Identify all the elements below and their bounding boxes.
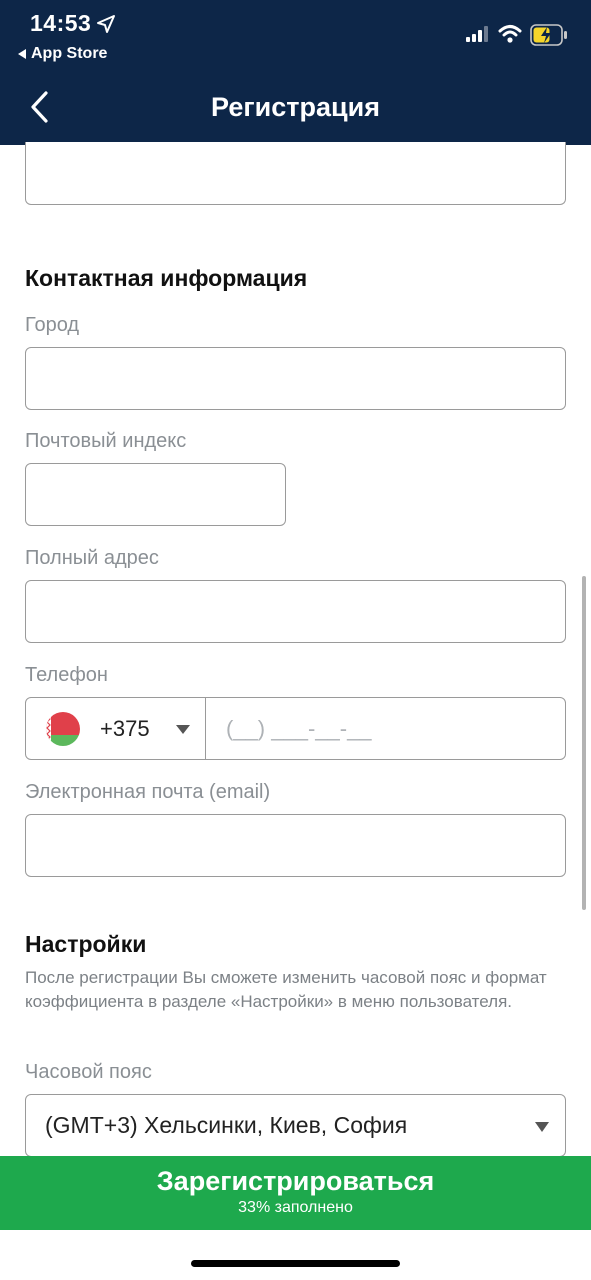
location-arrow-icon	[97, 15, 115, 33]
email-input[interactable]	[25, 814, 566, 877]
register-button[interactable]: Зарегистрироваться 33% заполнено	[0, 1156, 591, 1230]
top-bar: 14:53 App Store Регистрация	[0, 0, 591, 145]
back-triangle-icon	[18, 49, 26, 59]
back-to-app-store[interactable]: App Store	[18, 45, 107, 63]
country-code-select[interactable]: +375	[26, 698, 206, 759]
zip-input[interactable]	[25, 463, 286, 526]
battery-charging-icon	[530, 24, 567, 46]
timezone-label: Часовой пояс	[25, 1061, 152, 1083]
address-label: Полный адрес	[25, 547, 159, 569]
phone-input[interactable]	[206, 698, 565, 759]
home-indicator	[191, 1260, 400, 1267]
zip-label: Почтовый индекс	[25, 430, 187, 452]
belarus-flag-icon	[46, 712, 80, 746]
contact-section-title: Контактная информация	[25, 265, 308, 291]
chevron-down-icon	[535, 1122, 549, 1132]
register-label: Зарегистрироваться	[156, 1166, 435, 1196]
email-label: Электронная почта (email)	[25, 781, 271, 803]
city-label: Город	[25, 314, 80, 336]
country-code-value: +375	[100, 716, 150, 741]
scrollbar[interactable]	[582, 576, 586, 910]
previous-field-input[interactable]	[25, 142, 566, 205]
settings-hint: После регистрации Вы сможете изменить ча…	[25, 968, 547, 1011]
register-progress-text: 33% заполнено	[238, 1199, 353, 1216]
back-app-label: App Store	[31, 45, 108, 62]
phone-label: Телефон	[25, 664, 108, 686]
timezone-select[interactable]: (GMT+3) Хельсинки, Киев, София	[25, 1094, 566, 1157]
timezone-value: (GMT+3) Хельсинки, Киев, София	[45, 1112, 408, 1138]
address-input[interactable]	[25, 580, 566, 643]
page-title: Регистрация	[211, 92, 380, 122]
status-time: 14:53	[30, 10, 92, 36]
phone-field: +375	[25, 697, 566, 760]
cellular-signal-icon	[466, 26, 488, 42]
chevron-down-icon	[176, 725, 190, 734]
settings-section-title: Настройки	[25, 931, 147, 957]
city-input[interactable]	[25, 347, 566, 410]
wifi-icon	[498, 25, 522, 43]
